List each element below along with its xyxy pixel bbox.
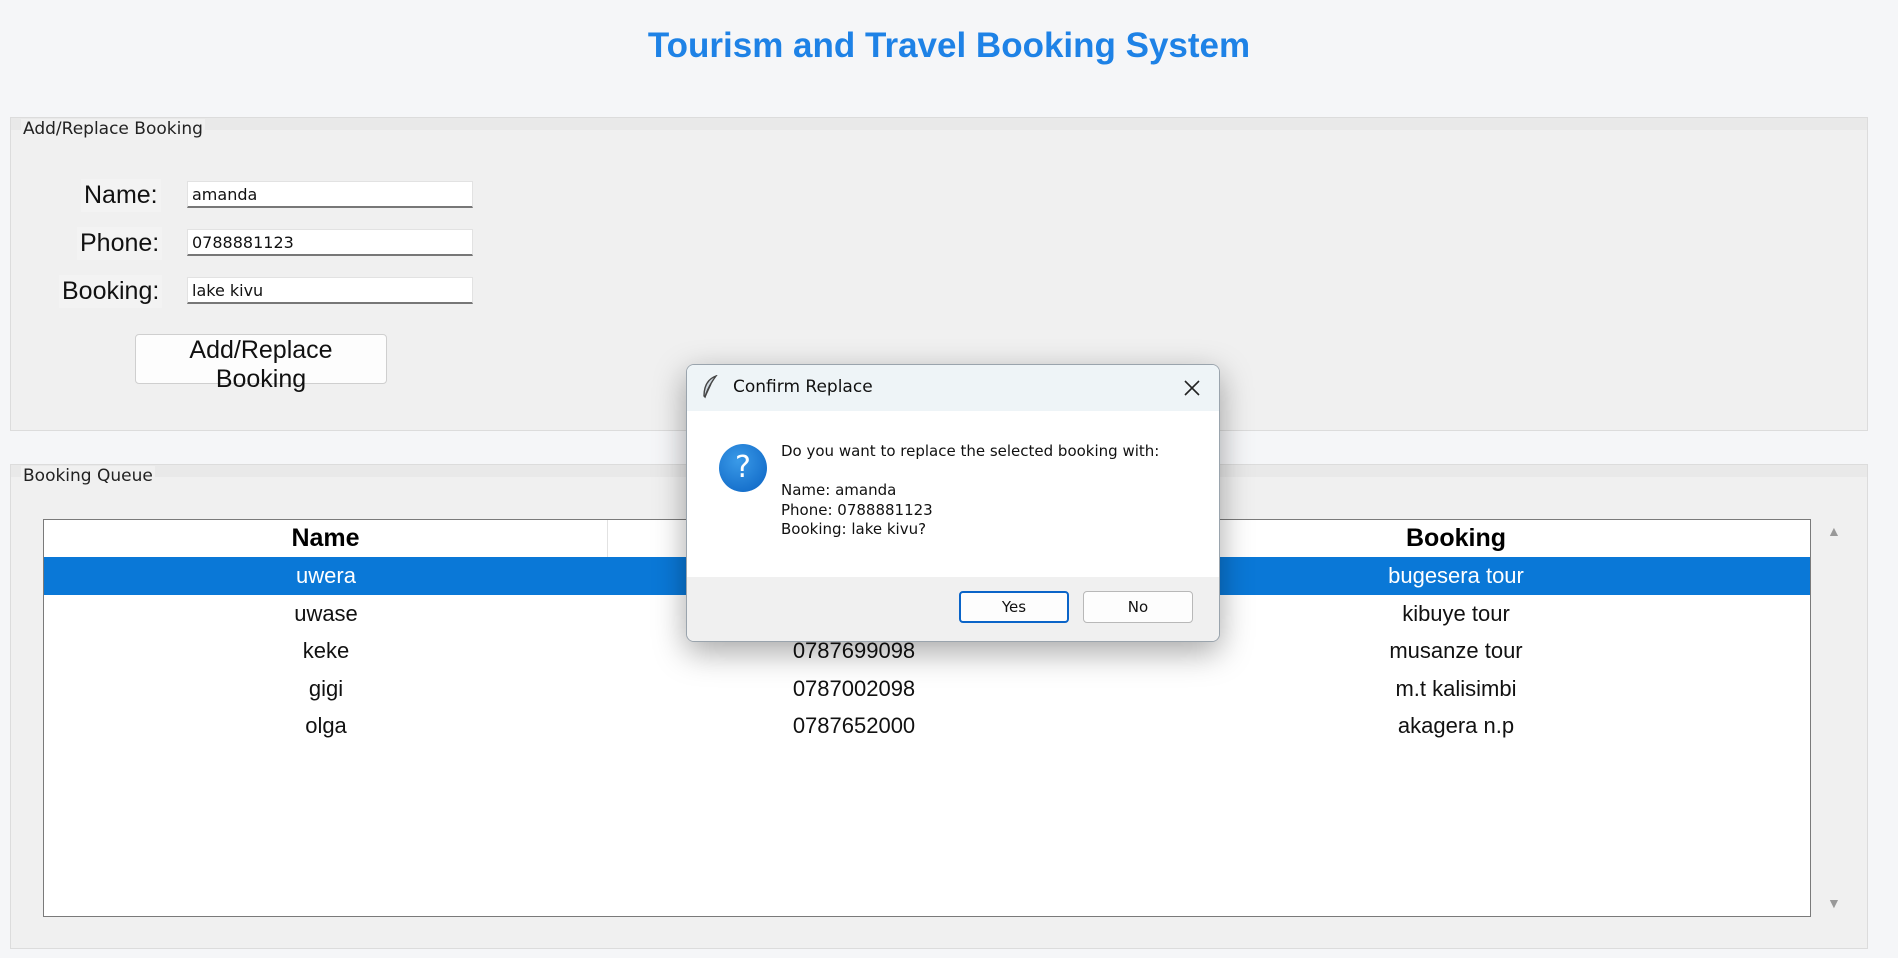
- no-button[interactable]: No: [1083, 591, 1193, 623]
- dialog-footer: Yes No: [687, 577, 1219, 641]
- booking-label: Booking:: [59, 275, 163, 308]
- cell-name: uwase: [294, 600, 358, 626]
- table-row[interactable]: gigi 0787002098 m.t kalisimbi: [44, 670, 1810, 708]
- add-replace-booking-button[interactable]: Add/Replace Booking: [135, 334, 387, 393]
- cell-name: olga: [305, 713, 347, 738]
- cell-phone: 0787002098: [792, 675, 916, 701]
- dialog-title: Confirm Replace: [733, 377, 873, 397]
- dialog-titlebar[interactable]: Confirm Replace: [687, 365, 1219, 411]
- phone-label: Phone:: [77, 227, 163, 260]
- feather-icon: [701, 374, 719, 404]
- table-row[interactable]: olga 0787652000 akagera n.p: [44, 707, 1810, 745]
- dialog-message: Do you want to replace the selected book…: [781, 442, 1160, 538]
- phone-input[interactable]: [187, 229, 473, 256]
- cell-name: keke: [302, 638, 350, 663]
- close-icon[interactable]: [1177, 373, 1207, 403]
- confirm-replace-dialog: Confirm Replace ? Do you want to replace…: [686, 364, 1220, 642]
- column-header-name[interactable]: Name: [44, 520, 608, 557]
- dialog-body: ? Do you want to replace the selected bo…: [687, 411, 1219, 577]
- scroll-up-arrow-icon[interactable]: ▲: [1827, 523, 1841, 539]
- cell-booking: m.t kalisimbi: [1395, 675, 1517, 701]
- booking-queue-label: Booking Queue: [21, 466, 155, 486]
- cell-name: uwera: [296, 563, 356, 588]
- cell-booking: akagera n.p: [1397, 713, 1515, 738]
- app-title: Tourism and Travel Booking System: [647, 26, 1251, 65]
- cell-name: gigi: [308, 675, 344, 701]
- booking-input[interactable]: [187, 277, 473, 304]
- name-label: Name:: [81, 179, 161, 212]
- question-icon: ?: [719, 444, 767, 492]
- name-input[interactable]: [187, 181, 473, 208]
- yes-button[interactable]: Yes: [959, 591, 1069, 623]
- add-replace-section-label: Add/Replace Booking: [21, 119, 205, 139]
- cell-phone: 0787652000: [792, 713, 916, 738]
- scroll-down-arrow-icon[interactable]: ▼: [1827, 895, 1841, 911]
